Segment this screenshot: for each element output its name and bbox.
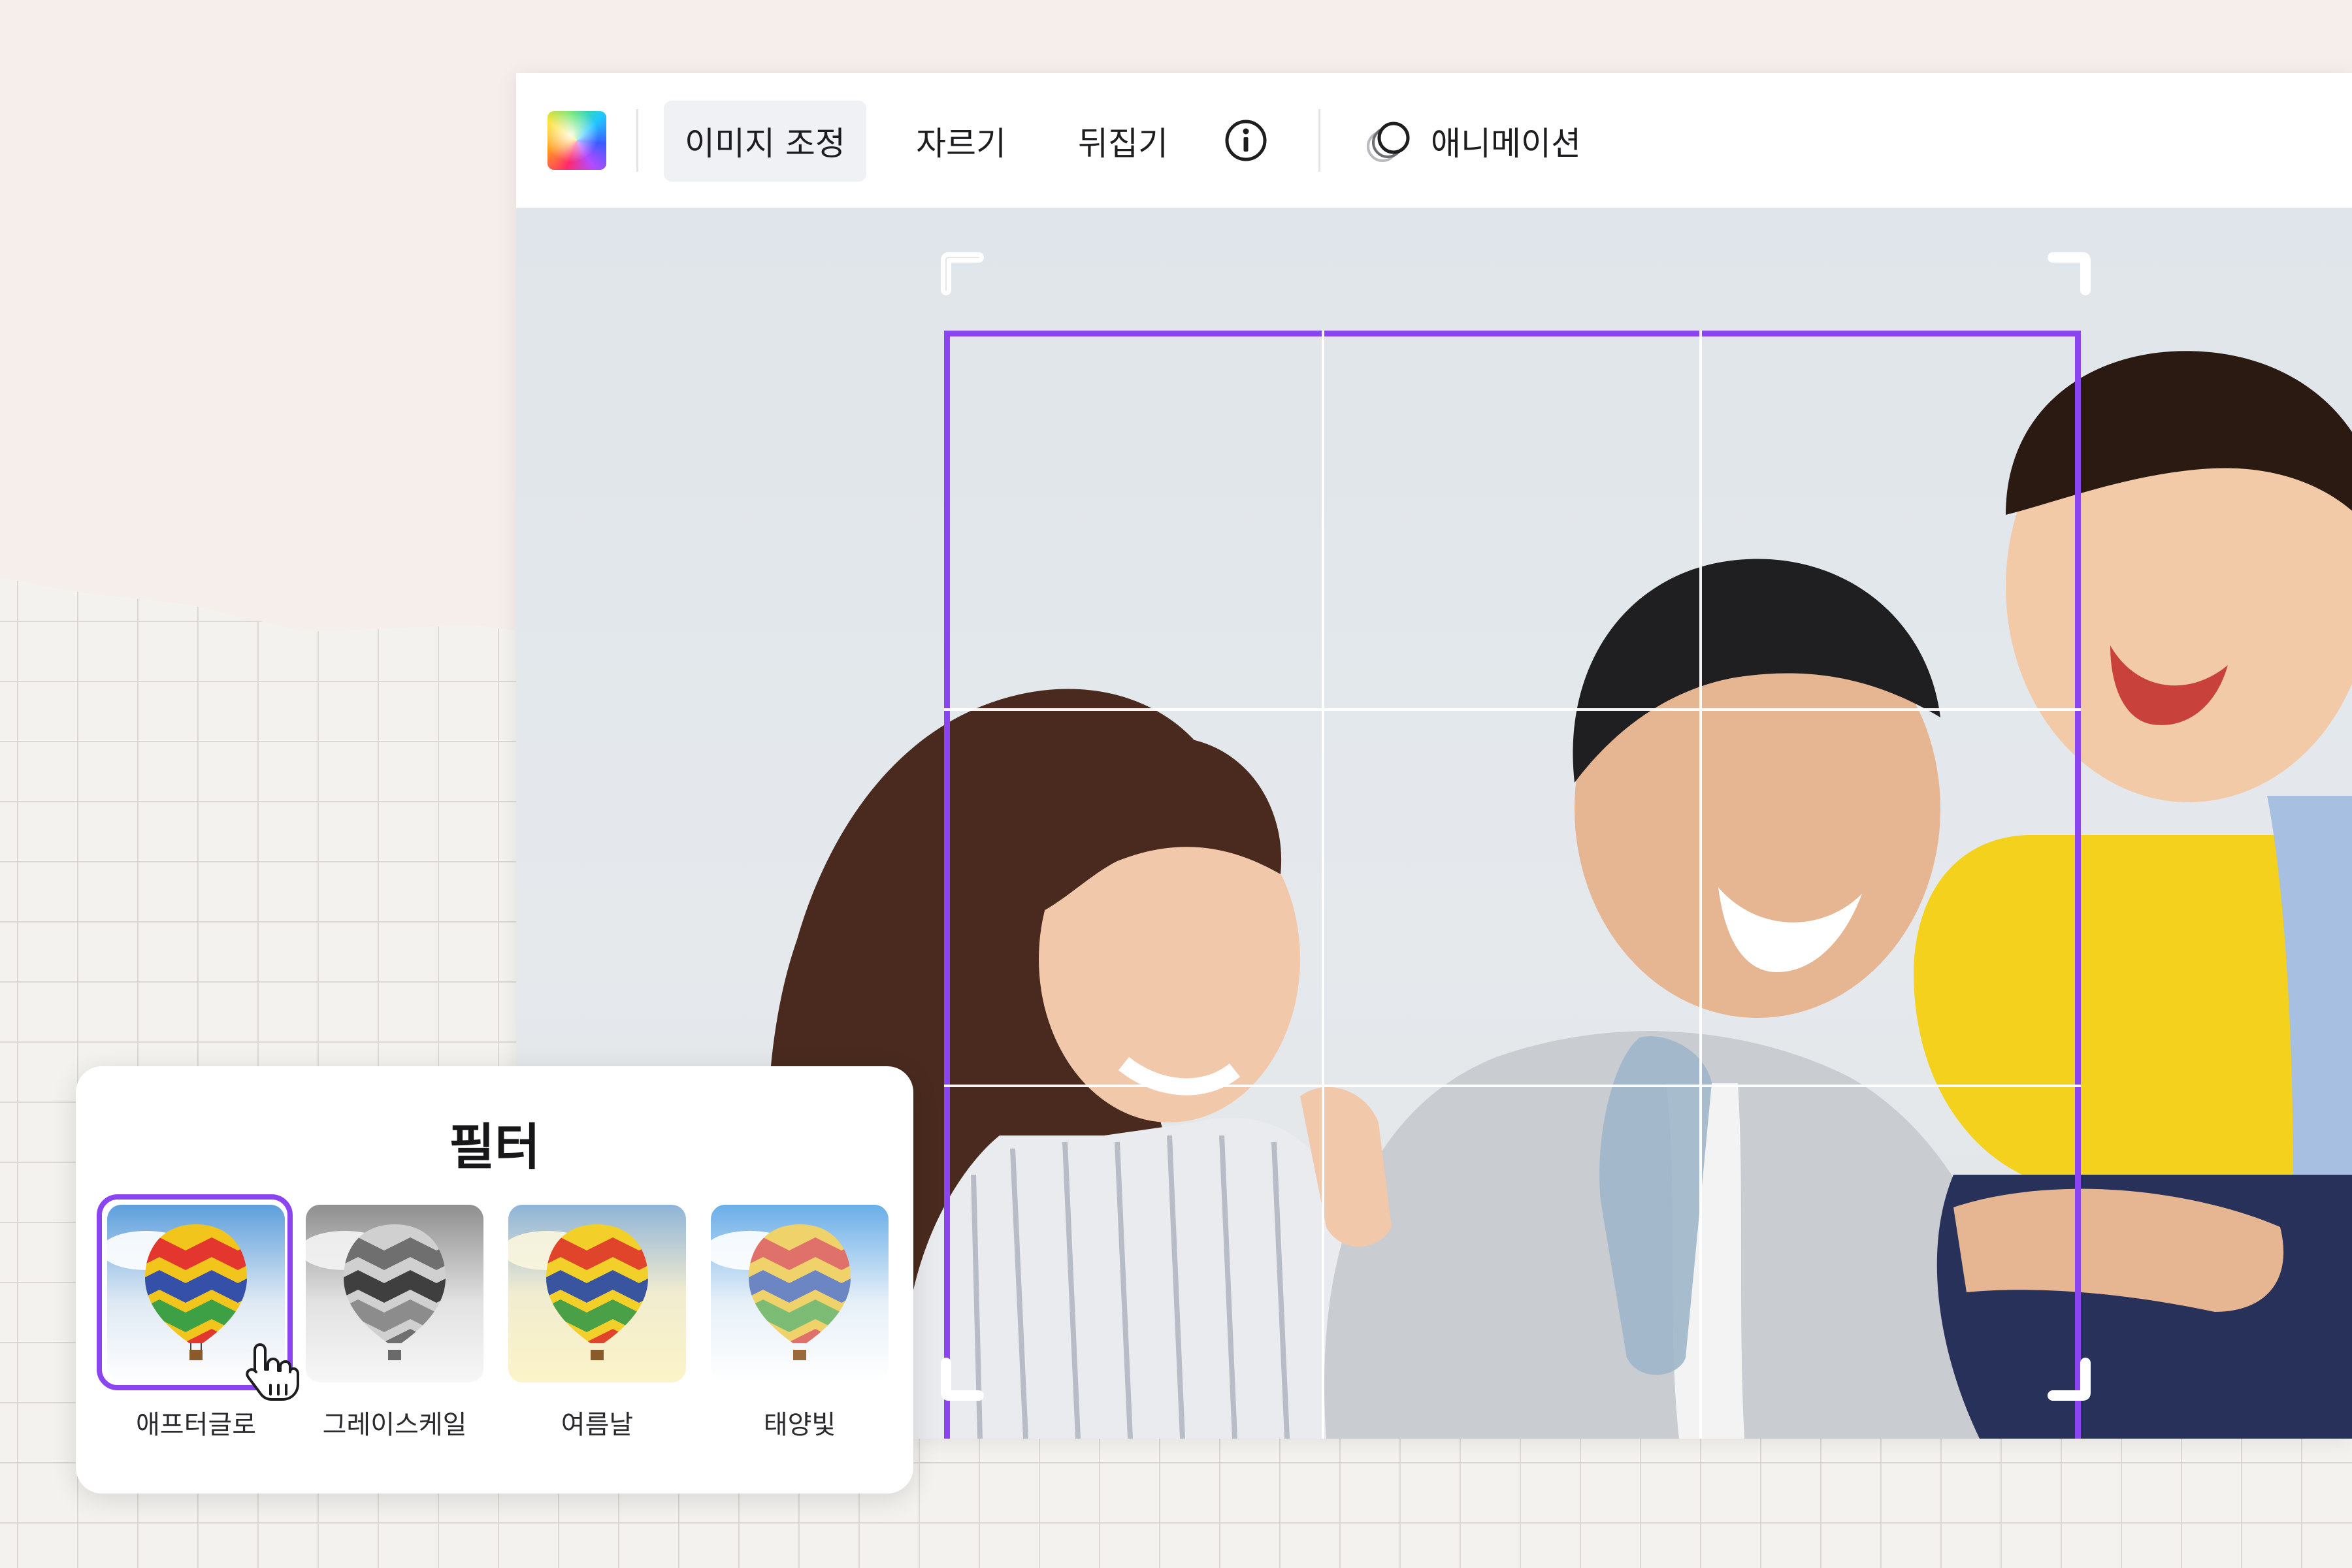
filter-label: 그레이스케일 (322, 1410, 467, 1440)
filter-label: 여름날 (561, 1410, 634, 1440)
filter-thumbnail (508, 1205, 686, 1382)
editor-toolbar: 이미지 조정 자르기 뒤집기 애니메이션 (516, 73, 2352, 208)
filter-label: 애프터글로 (136, 1410, 256, 1440)
animation-icon[interactable] (1363, 116, 1415, 169)
filter-thumbnail (711, 1205, 889, 1382)
toolbar-divider (636, 109, 638, 172)
filter-panel: 필터 애프터글로 그레이스케일 여름날 태양빛 (76, 1066, 913, 1494)
animation-button[interactable]: 애니메이션 (1419, 101, 1593, 182)
crop-handle-top-left[interactable] (938, 250, 984, 295)
crop-frame[interactable] (944, 331, 2081, 1439)
crop-gridline (1699, 331, 1702, 1439)
color-picker-icon[interactable] (547, 111, 606, 170)
crop-button[interactable]: 자르기 (895, 101, 1027, 182)
filter-summer-day[interactable]: 여름날 (508, 1205, 686, 1440)
crop-gridline (944, 1085, 2081, 1087)
crop-handle-bottom-right[interactable] (2048, 1358, 2093, 1403)
hand-cursor-icon (246, 1343, 299, 1401)
balloon-image (306, 1205, 483, 1382)
crop-border (944, 331, 2081, 1439)
filter-thumbnail (306, 1205, 483, 1382)
crop-gridline (944, 708, 2081, 711)
crop-handle-bottom-left[interactable] (938, 1358, 984, 1403)
balloon-image (711, 1205, 889, 1382)
balloon-image (508, 1205, 686, 1382)
filter-panel-title: 필터 (449, 1118, 540, 1176)
filter-grayscale[interactable]: 그레이스케일 (306, 1205, 483, 1440)
flip-button[interactable]: 뒤집기 (1057, 101, 1189, 182)
filter-label: 태양빛 (763, 1410, 836, 1440)
crop-handle-top-right[interactable] (2048, 250, 2093, 295)
toolbar-divider (1318, 109, 1320, 172)
crop-gridline (1322, 331, 1324, 1439)
adjust-image-button[interactable]: 이미지 조정 (664, 101, 866, 182)
info-icon[interactable] (1224, 119, 1267, 162)
filter-sunlight[interactable]: 태양빛 (711, 1205, 889, 1440)
